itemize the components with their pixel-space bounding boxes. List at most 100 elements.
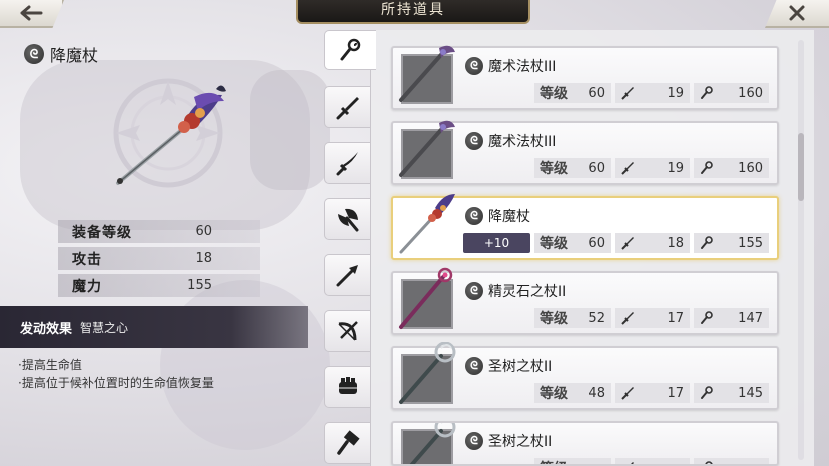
scrollbar-track: [798, 40, 804, 460]
scrollbar-thumb[interactable]: [798, 133, 804, 201]
stat-label: 攻击: [72, 251, 102, 268]
effect-description: ·提高生命值 ·提高位于候补位置时的生命值恢复量: [18, 356, 214, 392]
weapon-emblem-icon: [113, 78, 226, 188]
item-stats: 等级 60 19 160: [463, 82, 769, 104]
item-stats: 等级 48 17 145: [463, 382, 769, 404]
magic-value: 145: [738, 385, 763, 401]
spear-icon: [336, 265, 358, 287]
sword-icon: [621, 387, 634, 400]
attack-cell: 19: [614, 158, 690, 178]
weapon-icon: [399, 120, 455, 177]
effect-key: 发动效果: [20, 321, 73, 337]
effect-line: ·提高位于候补位置时的生命值恢复量: [18, 376, 214, 390]
back-button[interactable]: [0, 0, 64, 28]
level-cell: 等级 60: [533, 158, 611, 178]
detail-stats: 装备等级 60 攻击 18 魔力 155: [58, 220, 260, 301]
top-bar: 所持道具: [0, 0, 829, 28]
item-card[interactable]: ᘓ 圣树之杖II 等级 48 17 145: [391, 342, 779, 410]
item-card[interactable]: ᘓ 魔术法杖III 等级 60 19 160: [391, 45, 779, 110]
tab-sword[interactable]: [324, 86, 370, 128]
level-value: 52: [588, 310, 605, 326]
effect-bar: 发动效果 智慧之心: [0, 306, 308, 348]
tab-spear[interactable]: [324, 254, 370, 296]
level-cell: 等级 48: [533, 383, 611, 403]
tab-staff[interactable]: [324, 30, 376, 70]
item-name: ᘓ 圣树之杖II: [465, 356, 552, 376]
magic-cell: 145: [693, 383, 769, 403]
level-value: 60: [588, 85, 605, 101]
item-stats: 等级 52 17 147: [463, 307, 769, 329]
staff-icon: [340, 38, 360, 61]
level-label: 等级: [539, 86, 568, 102]
level-cell: 等级 52: [533, 308, 611, 328]
item-card[interactable]: ᘓ 精灵石之杖II 等级 52 17 147: [391, 267, 779, 335]
item-card[interactable]: ᘓ 降魔杖 +10 等级 60 18 155: [391, 194, 779, 260]
back-arrow-icon: [20, 5, 43, 21]
effect-line: ·提高生命值: [18, 358, 82, 372]
tab-gauntlet[interactable]: [324, 366, 370, 408]
weapon-icon: [399, 267, 453, 329]
level-value: 60: [588, 235, 605, 251]
tab-axe[interactable]: [324, 198, 370, 240]
attack-value: 19: [667, 160, 684, 176]
item-name-label: 魔术法杖III: [488, 59, 557, 75]
item-card[interactable]: ᘓ 魔术法杖III 等级 60 19 160: [391, 120, 779, 185]
katana-icon: [336, 152, 358, 176]
tab-bow[interactable]: [324, 310, 370, 352]
stat-row-attack: 攻击 18: [58, 247, 260, 270]
sword-icon: [621, 312, 634, 325]
level-label: 等级: [539, 386, 568, 402]
attack-cell: [614, 458, 690, 464]
staff-orb-icon: ᘓ: [465, 357, 483, 375]
magic-cell: 160: [693, 83, 769, 103]
magic-cell: 147: [693, 308, 769, 328]
level-cell: 等级: [533, 458, 611, 464]
item-stats: 等级: [463, 457, 769, 464]
sword-icon: [336, 97, 359, 120]
stat-label: 装备等级: [72, 224, 132, 241]
item-name: ᘓ 魔术法杖III: [465, 131, 556, 151]
sword-icon: [621, 162, 634, 175]
item-name-label: 降魔杖: [488, 209, 530, 225]
gauntlet-icon: [338, 377, 357, 394]
upgrade-badge: +10: [463, 233, 530, 253]
item-stats: 等级 60 19 160: [463, 157, 769, 179]
magic-cell: 160: [693, 158, 769, 178]
staff-orb-icon: ᘓ: [24, 44, 44, 64]
level-label: 等级: [539, 161, 568, 177]
effect-value: 智慧之心: [80, 320, 129, 335]
staff-orb-icon: ᘓ: [465, 432, 483, 450]
staff-icon: [700, 236, 713, 249]
stat-value: 18: [195, 251, 212, 266]
weapon-icon: [399, 194, 455, 254]
sword-icon: [621, 87, 634, 100]
item-card[interactable]: ᘓ 圣树之杖II 等级: [391, 421, 779, 466]
weapon-icon: [399, 45, 455, 102]
level-label: 等级: [540, 458, 568, 464]
attack-value: 18: [667, 235, 684, 251]
stat-row-equip-level: 装备等级 60: [58, 220, 260, 243]
attack-value: 17: [667, 385, 684, 401]
item-name-label: 圣树之杖II: [488, 359, 553, 375]
hammer-icon: [336, 430, 360, 455]
magic-value: 160: [738, 85, 763, 101]
level-value: 48: [588, 385, 605, 401]
staff-icon: [700, 161, 713, 174]
detail-item-name: ᘓ 降魔杖: [24, 42, 98, 66]
magic-cell: 155: [693, 233, 769, 253]
close-button[interactable]: [765, 0, 829, 28]
tab-hammer[interactable]: [324, 422, 370, 464]
tab-katana[interactable]: [324, 142, 370, 184]
attack-cell: 18: [614, 233, 690, 253]
attack-cell: 17: [614, 308, 690, 328]
staff-icon: [700, 386, 713, 399]
staff-icon: [700, 86, 713, 99]
magic-value: 155: [738, 235, 763, 251]
sword-icon: [630, 462, 634, 464]
magic-cell: [693, 458, 769, 464]
item-name-label: 圣树之杖II: [488, 434, 553, 450]
stat-value: 155: [187, 278, 212, 293]
staff-icon: [705, 461, 713, 464]
bow-icon: [337, 321, 358, 341]
page-title: 所持道具: [296, 0, 530, 24]
